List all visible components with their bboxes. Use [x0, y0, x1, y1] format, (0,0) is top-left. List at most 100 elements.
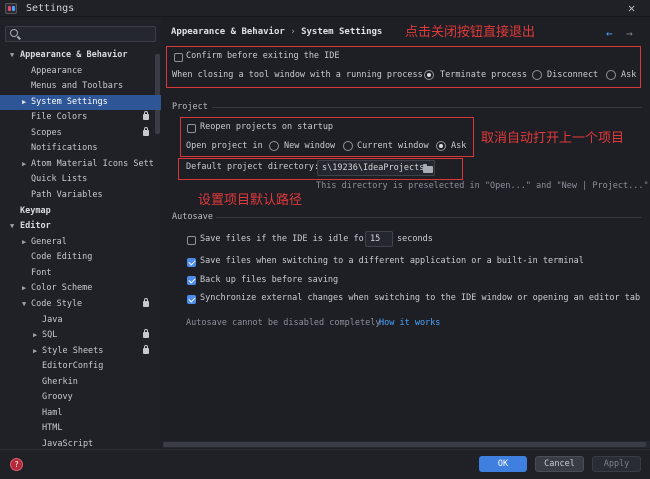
backup-files-label: Back up files before saving	[200, 275, 339, 285]
breadcrumb-parent[interactable]: Appearance & Behavior	[171, 27, 285, 37]
ask-open-label: Ask	[451, 141, 467, 151]
folder-icon[interactable]	[423, 164, 433, 173]
sidebar-item-editor[interactable]: ▼ Editor	[0, 219, 161, 234]
sidebar-item-label: Keymap	[20, 206, 51, 216]
breadcrumb-current: System Settings	[301, 27, 383, 37]
terminate-process-label: Terminate process	[440, 70, 527, 80]
sidebar-item-keymap[interactable]: Keymap	[0, 204, 161, 219]
ask-radio[interactable]	[606, 70, 616, 80]
scrollbar-thumb[interactable]	[163, 442, 646, 447]
annotation-reopen-note: 取消自动打开上一个项目	[481, 131, 625, 146]
settings-search-input[interactable]	[5, 26, 156, 42]
sidebar-item-appearance-behavior[interactable]: ▼ Appearance & Behavior	[0, 48, 161, 63]
project-scope-icon	[143, 345, 149, 354]
sidebar-item-label: Quick Lists	[31, 174, 88, 184]
sidebar-item-label: System Settings	[31, 97, 108, 107]
current-window-label: Current window	[357, 141, 429, 151]
sidebar-item-color-scheme[interactable]: ▶ Color Scheme	[0, 281, 161, 296]
horizontal-scrollbar[interactable]	[163, 441, 650, 448]
reopen-projects-checkbox[interactable]	[187, 124, 196, 133]
sidebar-item-code-style[interactable]: ▼ Code Style	[0, 297, 161, 312]
sidebar-item-label: JavaScript	[42, 439, 94, 449]
save-idle-checkbox[interactable]	[187, 236, 196, 245]
save-on-switch-checkbox[interactable]	[187, 258, 196, 267]
save-on-switch-label: Save files when switching to a different…	[200, 256, 584, 266]
sidebar-item-label: Notifications	[31, 143, 98, 153]
idle-seconds-input[interactable]: 15	[365, 231, 393, 247]
sidebar-item-sql[interactable]: ▶ SQL	[0, 328, 161, 343]
sidebar-item-label: Color Scheme	[31, 283, 93, 293]
sidebar-item-label: EditorConfig	[42, 361, 104, 371]
sidebar-item-file-colors[interactable]: File Colors	[0, 110, 161, 125]
sync-external-checkbox[interactable]	[187, 295, 196, 304]
disconnect-radio[interactable]	[532, 70, 542, 80]
save-idle-label: Save files if the IDE is idle for	[200, 234, 369, 244]
sidebar-item-label: Groovy	[42, 392, 73, 402]
section-divider	[216, 217, 642, 218]
ok-button[interactable]: OK	[479, 456, 527, 472]
help-icon[interactable]: ?	[10, 458, 23, 471]
close-icon[interactable]: ✕	[628, 1, 635, 15]
sidebar-item-path-variables[interactable]: Path Variables	[0, 188, 161, 203]
project-scope-icon	[143, 329, 149, 338]
sidebar-item-general[interactable]: ▶ General	[0, 235, 161, 250]
confirm-exit-checkbox[interactable]	[174, 53, 183, 62]
sidebar-item-quick-lists[interactable]: Quick Lists	[0, 172, 161, 187]
tool-window-label: When closing a tool window with a runnin…	[172, 70, 428, 80]
sidebar-item-gherkin[interactable]: Gherkin	[0, 375, 161, 390]
sidebar-item-system-settings[interactable]: ▶ System Settings	[0, 95, 161, 110]
sidebar-item-label: Menus and Toolbars	[31, 81, 124, 91]
cancel-button[interactable]: Cancel	[535, 456, 584, 472]
dialog-footer: ? OK Cancel Apply	[0, 449, 650, 479]
sidebar-item-label: SQL	[42, 330, 58, 340]
seconds-label: seconds	[397, 234, 433, 244]
sidebar-item-menus-toolbars[interactable]: Menus and Toolbars	[0, 79, 161, 94]
sidebar-item-appearance[interactable]: Appearance	[0, 64, 161, 79]
project-section-title: Project	[172, 102, 208, 112]
sidebar-item-label: HTML	[42, 423, 63, 433]
sidebar-item-label: Font	[31, 268, 52, 278]
sidebar-item-editorconfig[interactable]: EditorConfig	[0, 359, 161, 374]
project-scope-icon	[143, 298, 149, 307]
idle-seconds-value: 15	[370, 234, 381, 244]
default-dir-input[interactable]: s\19236\IdeaProjects	[317, 160, 435, 176]
section-divider	[212, 107, 642, 108]
sync-external-label: Synchronize external changes when switch…	[200, 293, 641, 303]
autosave-section-title: Autosave	[172, 212, 213, 222]
how-it-works-link[interactable]: How it works	[379, 318, 440, 328]
sidebar-item-label: Code Editing	[31, 252, 93, 262]
sidebar-item-atom-material-icons[interactable]: ▶ Atom Material Icons Sett	[0, 157, 161, 172]
sidebar-item-javascript[interactable]: JavaScript	[0, 437, 161, 449]
ask-open-radio[interactable]	[436, 141, 446, 151]
sidebar-item-font[interactable]: Font	[0, 266, 161, 281]
sidebar-item-label: Style Sheets	[42, 346, 104, 356]
sidebar-item-label: Haml	[42, 408, 63, 418]
default-dir-hint: This directory is preselected in "Open..…	[316, 181, 650, 191]
sidebar-item-label: Editor	[20, 221, 51, 231]
search-icon	[10, 29, 18, 37]
sidebar-item-label: Appearance & Behavior	[20, 50, 128, 60]
forward-arrow-icon[interactable]: →	[626, 27, 633, 40]
backup-files-checkbox[interactable]	[187, 276, 196, 285]
sidebar-item-code-editing[interactable]: Code Editing	[0, 250, 161, 265]
apply-button[interactable]: Apply	[592, 456, 641, 472]
disconnect-label: Disconnect	[547, 70, 599, 80]
annotation-path-note: 设置项目默认路径	[198, 193, 303, 208]
back-arrow-icon[interactable]: ←	[606, 27, 613, 40]
sidebar-item-notifications[interactable]: Notifications	[0, 141, 161, 156]
chevron-down-icon: ▼	[10, 51, 15, 59]
sidebar-item-haml[interactable]: Haml	[0, 406, 161, 421]
current-window-radio[interactable]	[343, 141, 353, 151]
sidebar-item-groovy[interactable]: Groovy	[0, 390, 161, 405]
terminate-process-radio[interactable]	[424, 70, 434, 80]
sidebar-item-style-sheets[interactable]: ▶ Style Sheets	[0, 344, 161, 359]
new-window-radio[interactable]	[269, 141, 279, 151]
chevron-down-icon: ▼	[22, 300, 27, 308]
sidebar-item-html[interactable]: HTML	[0, 421, 161, 436]
sidebar-item-scopes[interactable]: Scopes	[0, 126, 161, 141]
breadcrumb-separator: ›	[290, 27, 296, 37]
autosave-note: Autosave cannot be disabled completely.	[186, 318, 386, 328]
default-dir-label: Default project directory:	[186, 162, 320, 172]
project-scope-icon	[143, 127, 149, 136]
sidebar-item-java[interactable]: Java	[0, 313, 161, 328]
